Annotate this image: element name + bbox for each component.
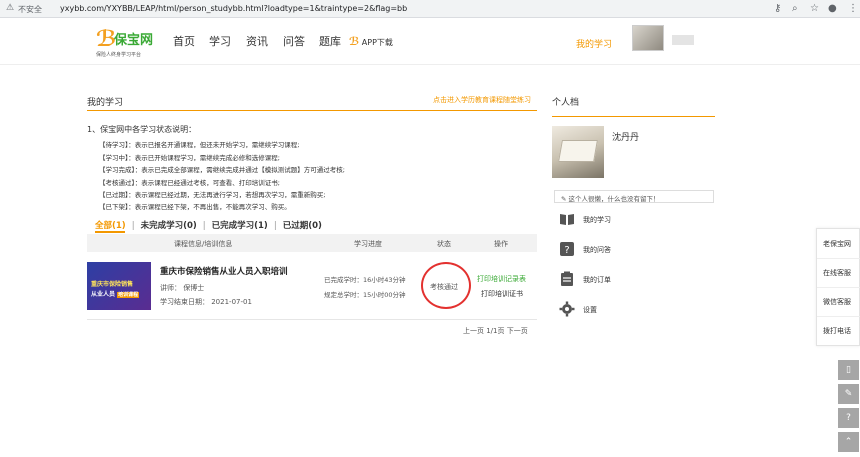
nav-home[interactable]: 首页 [173,33,195,49]
my-learning-link[interactable]: 我的学习 [576,37,612,50]
title-underline [87,110,537,111]
side-menu-label: 我的订单 [583,276,611,284]
header-operation: 操作 [494,240,508,248]
mobile-icon[interactable]: ▯ [838,360,859,380]
site-header: ℬ 保宝网 保险人终身学习平台 首页 学习 资讯 问答 题库 ℬ APP下载 我… [0,19,860,64]
side-menu-label: 我的问答 [583,246,611,254]
tab-separator: | [202,221,206,231]
explain-line: 【待学习】：表示已报名开通课程，但还未开始学习，需继续学习课程; [99,141,300,149]
header-status: 状态 [437,240,451,248]
float-divider [817,316,860,317]
tab-unfinished[interactable]: 未完成学习(0) [141,221,197,231]
nav-qa[interactable]: 问答 [283,33,305,49]
side-menu-label: 设置 [583,306,597,314]
tab-separator: | [273,221,277,231]
explain-line: 【已过期】：表示课程已经过期，无法再进行学习，若想再次学习，需重新购买; [99,191,326,199]
signature-field[interactable]: ✎ 这个人很懒，什么也没有留下！ [554,190,714,203]
site-logo[interactable]: ℬ 保宝网 保险人终身学习平台 [96,27,160,58]
account-icon[interactable]: ● [828,3,837,14]
course-lecturer: 讲师： 保博士 [160,284,205,292]
thumb-line1: 重庆市保险销售 [91,281,134,288]
signature-text: 这个人很懒，什么也没有留下！ [568,195,660,203]
row-divider [87,319,537,320]
status-explain-title: 1、保宝网中各学习状态说明： [87,125,197,134]
status-badge: 考核通过 [430,283,458,291]
float-divider [817,258,860,259]
floating-service-panel: 老保宝网 在线客服 微信客服 拨打电话 [816,228,860,346]
header-divider [0,64,860,65]
book-icon [560,214,574,225]
explain-line: 【学习中】：表示已开始课程学习，需继续完成必修和选修课程; [99,154,280,162]
logo-slogan: 保险人终身学习平台 [96,52,142,58]
app-icon: ℬ [349,35,360,48]
pagination[interactable]: 上一页 1/1页 下一页 [463,326,528,336]
app-download-label: APP下载 [361,38,393,47]
logo-name: 保宝网 [114,33,154,48]
edit-icon: ✎ [561,195,569,203]
header-progress: 学习进度 [354,240,382,248]
float-old-site[interactable]: 老保宝网 [823,239,851,249]
thumb-line2: 从业人员 培训课程 [91,291,140,298]
url-text[interactable]: yxybb.com/YXYBB/LEAP/html/person_studybb… [60,4,407,13]
practice-link[interactable]: 点击进入学历教育课程随堂练习 [433,95,531,105]
table-header: 课程信息/培训信息 学习进度 状态 操作 [87,234,537,252]
float-divider [817,287,860,288]
explain-line: 【已下架】：表示课程已经下架，不再出售，不能再次学习、购买。 [99,203,291,211]
float-online-service[interactable]: 在线客服 [823,268,851,278]
back-to-top-icon[interactable]: ⌃ [838,432,859,452]
required-hours: 规定总学时：15小时00分钟 [324,291,406,299]
nav-app-download[interactable]: ℬ APP下载 [349,35,393,48]
course-thumbnail[interactable]: 重庆市保险销售 从业人员 培训课程 [87,262,151,310]
nav-question-bank[interactable]: 题库 [319,33,341,49]
order-icon [561,271,573,286]
question-icon: ? [560,242,574,256]
side-menu-label: 我的学习 [583,216,611,224]
course-title[interactable]: 重庆市保险销售从业人员入职培训 [160,265,288,277]
page-title: 我的学习 [87,98,124,108]
profile-name: 沈丹丹 [612,133,640,143]
tab-finished[interactable]: 已完成学习(1) [212,221,268,231]
avatar[interactable] [632,25,664,51]
tab-expired[interactable]: 已过期(0) [283,221,322,231]
thumb-badge: 培训课程 [117,292,140,298]
status-tabs: 全部(1) | 未完成学习(0) | 已完成学习(1) | 已过期(0) [95,219,328,231]
menu-icon[interactable]: ⋮ [848,3,858,14]
security-label: 不安全 [18,5,42,14]
completed-hours: 已完成学时：16小时43分钟 [324,276,406,284]
explain-line: 【考核通过】：表示课程已经通过考核，可查看、打印培训证书; [99,179,280,187]
book-image [558,140,598,162]
zoom-icon[interactable]: ⌕ [792,3,798,14]
active-tab-indicator [95,231,125,233]
gear-icon [559,301,575,317]
profile-title: 个人档 [552,98,580,108]
print-certificate-link[interactable]: 打印培训证书 [481,289,523,299]
tab-separator: | [131,221,135,231]
course-end-date: 学习结束日期： 2021-07-01 [160,298,252,306]
explain-line-highlight: 【学习完成】：表示已完成全部课程，需继续完成并通过【模拟测试题】方可通过考核; [99,166,345,174]
print-record-link[interactable]: 打印培训记录表 [477,274,526,284]
help-icon[interactable]: ? [838,408,859,428]
profile-avatar[interactable] [552,126,604,178]
nav-news[interactable]: 资讯 [246,33,268,49]
float-wechat-service[interactable]: 微信客服 [823,297,851,307]
key-icon[interactable]: ⚷ [774,3,781,14]
float-call[interactable]: 拨打电话 [823,326,851,336]
star-icon[interactable]: ☆ [810,3,819,14]
edit-feedback-icon[interactable]: ✎ [838,384,859,404]
header-course-info: 课程信息/培训信息 [174,240,233,248]
svg-text:?: ? [564,245,569,256]
nav-study[interactable]: 学习 [209,33,231,49]
warning-icon: ⚠ [6,3,15,13]
profile-underline [552,116,715,117]
browser-address-bar: ⚠ 不安全 yxybb.com/YXYBB/LEAP/html/person_s… [0,0,860,18]
tab-all[interactable]: 全部(1) [95,221,126,231]
username-redacted [672,35,694,45]
